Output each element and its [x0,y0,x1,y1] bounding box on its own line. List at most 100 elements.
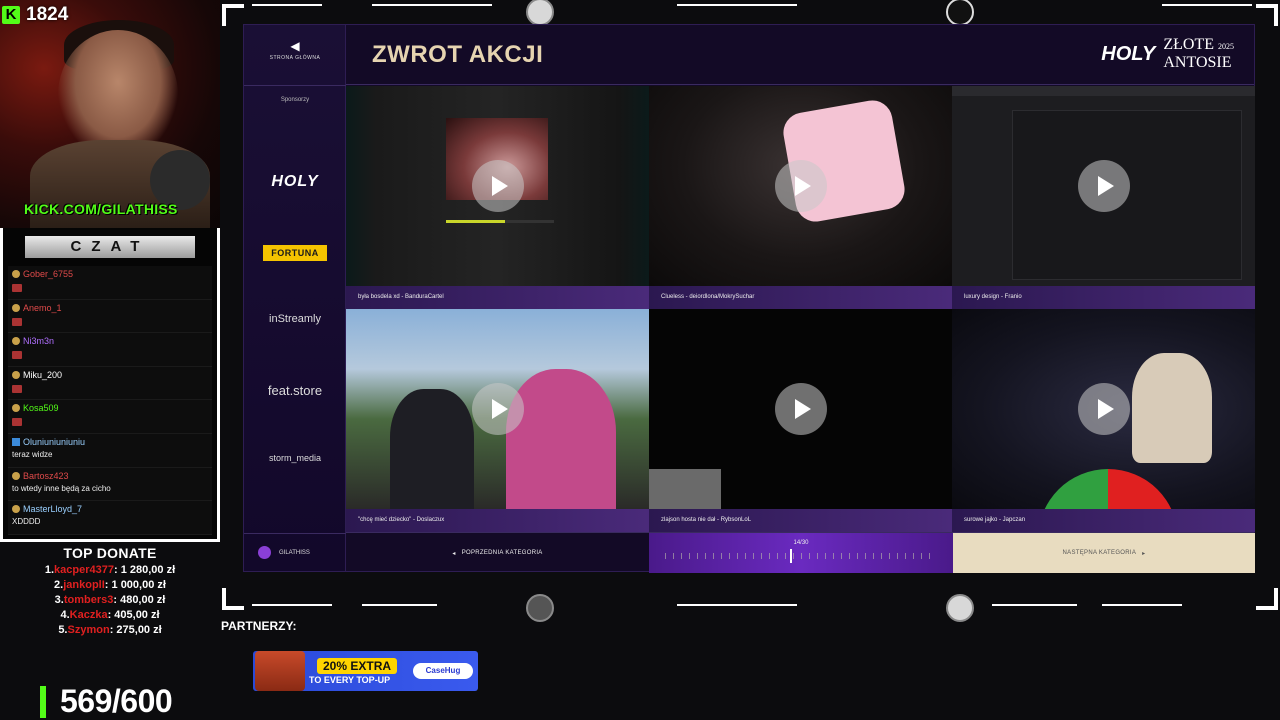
chat-username-row: Miku_200 [12,370,208,380]
chat-message: Ni3m3n [8,333,212,367]
sponsor-stormmedia-logo[interactable]: storm_media [244,453,346,463]
top-donate-panel: TOP DONATE 1.kacper4377: 1 280,00 zł 2.ja… [0,545,220,636]
user-name: GILATHISS [279,549,310,556]
prev-category-label: POPRZEDNIA KATEGORIA [461,550,543,556]
donor-row: 4.Kaczka: 405,00 zł [0,609,220,621]
sponsor-instreamly-logo[interactable]: inStreamly [244,313,346,325]
page-slider[interactable]: 14/30 [649,533,953,573]
partner-circle-icon [526,0,554,26]
partner-circle-icon [946,594,974,622]
chat-username[interactable]: Bartosz423 [23,471,69,481]
chat-badge-icon [12,370,20,379]
partner-ad-banner[interactable]: 20% EXTRA TO EVERY TOP-UP CaseHug [253,651,478,691]
chat-message: Oluniuniuniuniu teraz widze [8,433,212,468]
donor-amount: : 1 280,00 zł [113,564,176,576]
brand-zlote-antosie: ZŁOTE 2025 ANTOSIE [1163,37,1234,71]
ad-subtitle: TO EVERY TOP-UP [309,675,391,685]
clip-progress-fill [446,220,506,223]
chat-username[interactable]: Ni3m3n [23,336,54,346]
donor-row: 3.tombers3: 480,00 zł [0,594,220,606]
next-category-button[interactable]: NASTĘPNA KATEGORIA ▸ [953,533,1255,573]
donor-name: Kaczka [69,609,108,621]
back-button[interactable]: ◀ STRONA GŁÓWNA [244,39,346,61]
goal-bar [40,685,46,718]
clip-progress-bar [446,220,554,223]
user-profile[interactable]: GILATHISS [244,533,346,571]
slider-handle[interactable] [790,549,793,563]
clip-caption: zlajson hosta nie dał - RybsonLoL [649,509,952,532]
donor-amount: : 405,00 zł [107,609,160,621]
donor-row: 5.Szymon: 275,00 zł [0,624,220,636]
chat-username-row: Anemo_1 [12,303,208,313]
arrow-right-icon: ▸ [1142,550,1146,557]
sponsor-featstore-logo[interactable]: feat.store [244,383,346,398]
play-icon[interactable] [774,160,827,212]
clip-tile[interactable]: surowe jajko - Japczan [952,309,1255,532]
frame-line [1162,4,1252,6]
donor-list: 1.kacper4377: 1 280,00 zł 2.jankoplI: 1 0… [0,564,220,636]
play-icon[interactable] [471,160,524,212]
chat-badge-icon [12,505,20,514]
frame-line [362,604,437,606]
donor-name: tombers3 [63,594,114,606]
clip-tile[interactable]: zlajson hosta nie dał - RybsonLoL [649,309,952,532]
chat-message: Miku_200 [8,366,212,401]
donor-rank: 5. [58,624,68,636]
chat-message: Kosa509 [8,400,212,434]
clip-frame [1132,353,1212,463]
play-icon[interactable] [1077,160,1130,212]
sponsor-holy-logo[interactable]: HOLY [244,173,346,191]
chat-username[interactable]: Oluniuniuniuniu [23,437,85,447]
chat-list[interactable]: Gober_6755 Anemo_1 Ni3m3n Miku_200 Kosa509 Ol… [8,266,212,535]
chat-username[interactable]: Gober_6755 [23,269,73,279]
clip-tile[interactable]: była bosdela xd - BanduraCartel [346,86,649,309]
chat-badge-icon [12,404,20,413]
chat-username[interactable]: Anemo_1 [23,303,62,313]
sponsor-fortuna-logo[interactable]: FORTUNA [244,243,346,261]
clip-caption: luxury design - Franio [952,286,1255,309]
play-icon[interactable] [471,383,524,435]
chat-message: Bartosz423 to wtedy inne będą za cicho [8,467,212,502]
frame-line [372,4,492,6]
donor-rank: 4. [60,609,70,621]
next-category-label: NASTĘPNA KATEGORIA [1062,550,1137,556]
clip-tile[interactable]: Clueless - deiordlona/MokrySuchar [649,86,952,309]
chat-text: XDDDD [12,517,41,527]
frame-line [252,4,322,6]
frame-corner [222,4,244,26]
chat-badge-icon [12,337,20,346]
brand-line1: ZŁOTE [1163,36,1214,53]
clip-tile[interactable]: luxury design - Franio [952,86,1255,309]
pagination-footer: ◂ POPRZEDNIA KATEGORIA 14/30 NASTĘPNA KA… [346,532,1255,573]
chat-username[interactable]: Miku_200 [23,370,62,380]
chat-message: Gober_6755 [8,266,212,300]
play-icon[interactable] [1077,383,1130,435]
chat-text: to wtedy inne będą za cicho [12,483,111,493]
sub-badge-icon [12,284,22,292]
donor-name: kacper4377 [54,564,114,576]
prev-category-button[interactable]: ◂ POPRZEDNIA KATEGORIA [346,533,649,573]
treasure-chest-icon [255,651,305,691]
clip-frame [506,369,616,509]
donor-amount: : 275,00 zł [109,624,162,636]
back-label: STRONA GŁÓWNA [269,55,321,61]
frame-line [1102,604,1182,606]
chat-text: teraz widze [12,449,53,459]
chat-username[interactable]: MasterLloyd_7 [23,504,82,514]
donor-row: 1.kacper4377: 1 280,00 zł [0,564,220,576]
chat-username[interactable]: Kosa509 [23,403,59,413]
frame-corner [1256,4,1278,26]
clip-tile[interactable]: "chcę mieć dziecko" - Doslaczux [346,309,649,532]
partners-label: PARTNERZY: [221,619,297,633]
sidebar: ◀ STRONA GŁÓWNA Sponsorzy HOLY FORTUNA i… [244,25,346,571]
chat-username-row: Gober_6755 [12,269,208,279]
chat-panel: CZAT Gober_6755 Anemo_1 Ni3m3n Miku_200 Kosa… [0,228,220,542]
page-title: ZWROT AKCJI [372,41,544,68]
page-indicator: 14/30 [793,540,809,546]
top-donate-title: TOP DONATE [63,545,157,561]
ad-badge: 20% EXTRA [317,658,398,674]
play-icon[interactable] [774,383,827,435]
sidebar-divider [244,85,346,86]
clip-frame [390,389,474,509]
viewer-count: 1824 [26,4,69,25]
